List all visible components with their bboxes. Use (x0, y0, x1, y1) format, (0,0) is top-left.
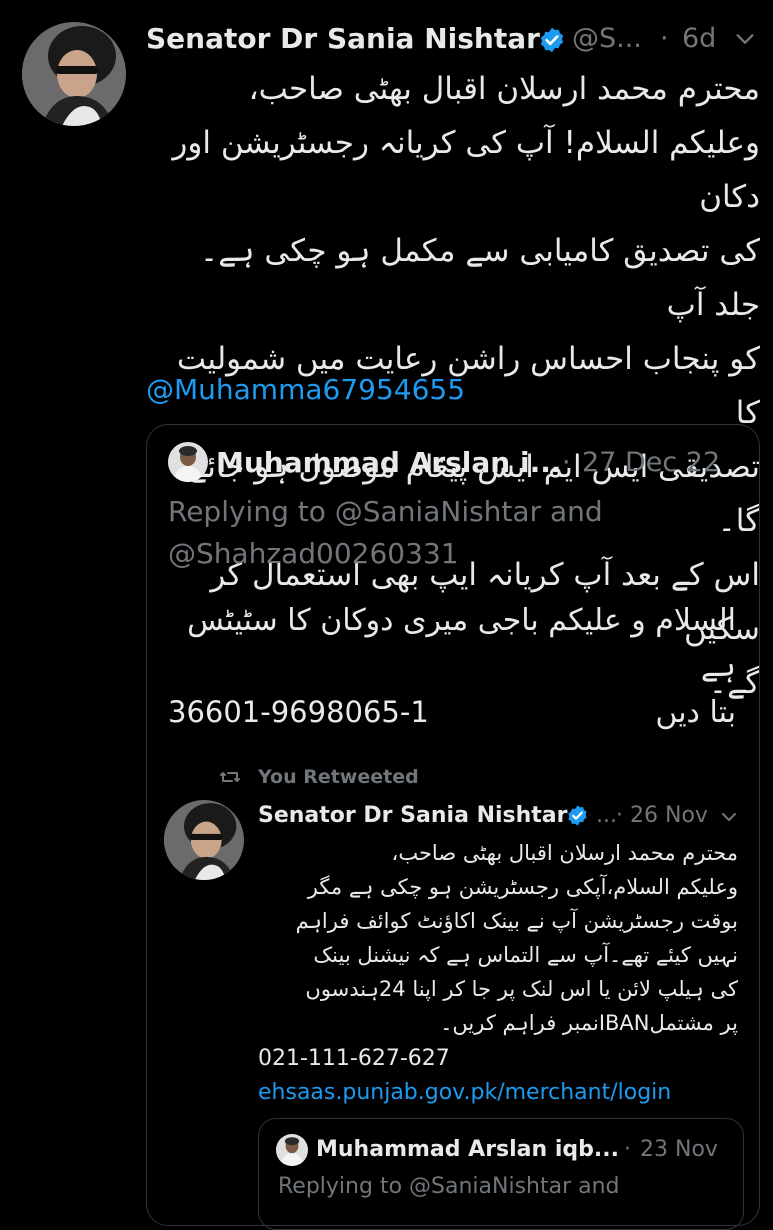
quoted-date[interactable]: 27 Dec 22 (582, 446, 720, 480)
tweet-text-line: محترم محمد ارسلان اقبال بھٹی صاحب، (248, 71, 760, 107)
nested-author-avatar[interactable] (276, 1134, 308, 1166)
retweet-icon (220, 772, 240, 782)
chevron-down-icon[interactable] (720, 808, 738, 826)
nested-replying-to: Replying to @SaniaNishtar and (278, 1174, 620, 1199)
retweeted-text-line: محترم محمد ارسلان اقبال بھٹی صاحب، (391, 841, 738, 865)
author-name[interactable]: Senator Dr Sania Nishtar (146, 22, 540, 56)
avatar-image-icon (164, 800, 244, 880)
quoted-author-avatar[interactable] (168, 442, 208, 482)
author-avatar[interactable] (22, 22, 126, 126)
chevron-down-icon[interactable] (734, 28, 756, 50)
avatar-image-icon (276, 1134, 308, 1166)
retweet-label: You Retweeted (258, 766, 419, 788)
retweeted-author-name[interactable]: Senator Dr Sania Nishtar (258, 802, 568, 830)
mention-link[interactable]: @Muhamma67954655 (146, 372, 465, 408)
quoted-text-line: السلام و علیکم باجی میری دوکان کا سٹیٹس … (187, 603, 736, 684)
tweet-text-line: کی تصدیق کامیابی سے مکمل ہو چکی ہے۔ جلد … (200, 233, 760, 323)
verified-badge-icon (540, 27, 564, 53)
quoted-author-name[interactable]: Muhammad Arslan i... (216, 446, 562, 480)
retweeted-text-line: پر مشتملIBANنمبر فراہم کریں۔ (440, 1011, 738, 1035)
retweeted-handle[interactable]: ... (596, 802, 617, 830)
verified-badge-icon (568, 805, 587, 826)
phone-number: 021-111-627-627 (258, 1046, 450, 1071)
retweeted-separator: · (616, 803, 623, 828)
retweeted-text-line: نہیں کیئے تھے۔آپ سے التماس ہے کہ نیشنل ب… (313, 943, 738, 967)
retweeted-tweet-text: محترم محمد ارسلان اقبال بھٹی صاحب، وعلیک… (258, 836, 738, 1040)
time-separator: · (660, 23, 669, 54)
retweeted-author-avatar[interactable] (164, 800, 244, 880)
cnic-number: 36601-9698065-1 (168, 695, 429, 729)
replying-to-handle: @Shahzad00260331 (168, 537, 459, 570)
tweet-time[interactable]: 6d (682, 22, 716, 56)
author-handle[interactable]: @S... (572, 22, 642, 56)
nested-author-name[interactable]: Muhammad Arslan iqb... (316, 1136, 619, 1164)
nested-date[interactable]: 23 Nov (640, 1136, 718, 1164)
retweeted-text-line: وعلیکم السلام،آپکی رجسٹریشن ہو چکی ہے مگ… (307, 875, 738, 899)
avatar-image-icon (22, 22, 126, 126)
replying-to-line: Replying to @SaniaNishtar and (168, 495, 603, 528)
merchant-login-link[interactable]: ehsaas.punjab.gov.pk/merchant/login (258, 1078, 671, 1108)
nested-separator: · (624, 1137, 631, 1162)
retweeted-date[interactable]: 26 Nov (630, 802, 708, 830)
retweeted-text-line: کی ہیلپ لائن یا اس لنک پر جا کر اپنا 24ہ… (305, 977, 738, 1001)
avatar-image-icon (168, 442, 208, 482)
retweeted-text-line: بوقت رجسٹریشن آپ نے بینک اکاؤنٹ کوائف فر… (295, 909, 738, 933)
quoted-time-separator: · (562, 447, 571, 478)
tweet-text-line: وعلیکم السلام! آپ کی کریانہ رجسٹریشن اور… (172, 125, 760, 215)
